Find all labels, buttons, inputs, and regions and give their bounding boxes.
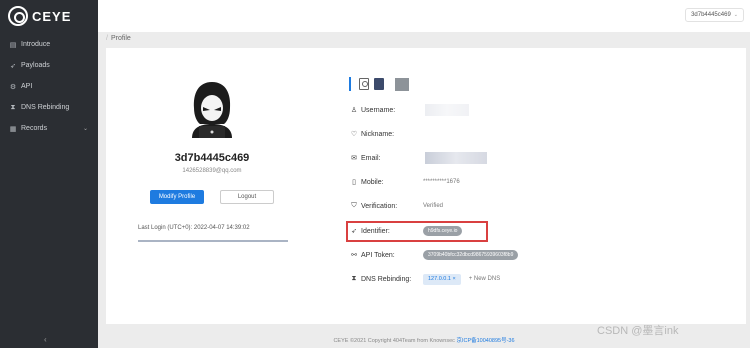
hourglass-icon: ⧗	[351, 275, 357, 282]
footer-icp-link[interactable]: 京ICP备10040895号-36	[456, 338, 514, 344]
dns-rebinding-row: ⧗ DNS Rebinding: 127.0.0.1 × + New DNS	[349, 273, 500, 285]
user-menu[interactable]: 3d7b4445c469 ⌄	[685, 8, 744, 22]
tab-book-icon[interactable]	[374, 78, 384, 90]
sidebar: CEYE ▤ Introduce ➶ Payloads ⚙ API ⧗ DNS …	[0, 0, 98, 348]
breadcrumb: / Profile	[106, 35, 131, 42]
mobile-label: Mobile:	[361, 178, 384, 186]
tab-settings-icon[interactable]	[395, 77, 409, 91]
csdn-watermark: CSDN @墨言ink	[597, 325, 679, 337]
link-icon: ⚯	[351, 252, 357, 259]
nickname-row: ♡ Nickname:	[349, 128, 423, 140]
modify-profile-button[interactable]: Modify Profile	[150, 190, 204, 204]
document-icon: ▤	[9, 41, 17, 49]
dns-tag[interactable]: 127.0.0.1 ×	[423, 273, 461, 285]
logout-button[interactable]: Logout	[220, 190, 274, 204]
sidebar-item-introduce[interactable]: ▤ Introduce	[0, 34, 98, 55]
mobile-value: **********1676	[423, 179, 460, 185]
email-value-redacted	[425, 152, 487, 164]
dns-rebinding-label: DNS Rebinding:	[361, 275, 412, 283]
sidebar-item-api[interactable]: ⚙ API	[0, 76, 98, 97]
user-menu-label: 3d7b4445c469	[691, 12, 731, 18]
user-icon: ♙	[350, 107, 358, 114]
identifier-highlight-box	[346, 221, 488, 242]
username-label: Username:	[361, 106, 396, 114]
nickname-label: Nickname:	[361, 130, 395, 138]
records-icon: ▦	[9, 125, 17, 133]
profile-email: 1426528839@qq.com	[182, 168, 242, 174]
chevron-down-icon: ⌄	[733, 12, 738, 18]
profile-username: 3d7b4445c469	[174, 152, 250, 164]
last-login-text: Last Login (UTC+0): 2022-04-07 14:39:02	[138, 225, 250, 231]
verification-value: Verified	[423, 203, 444, 209]
sidebar-nav: ▤ Introduce ➶ Payloads ⚙ API ⧗ DNS Rebin…	[0, 34, 98, 139]
new-dns-button[interactable]: + New DNS	[469, 276, 501, 282]
profile-card: 3d7b4445c469 1426528839@qq.com Modify Pr…	[106, 48, 746, 324]
hourglass-icon: ⧗	[10, 103, 16, 111]
api-icon: ⚙	[9, 83, 17, 91]
mobile-row: ▯ Mobile: **********1676	[349, 176, 460, 188]
email-row: ✉ Email:	[349, 152, 487, 164]
username-value-redacted	[425, 104, 469, 116]
sidebar-item-label: API	[21, 83, 33, 90]
email-label: Email:	[361, 154, 381, 162]
active-tab-indicator	[349, 77, 351, 91]
sidebar-item-label: Records	[21, 125, 48, 132]
ceye-logo-icon	[8, 6, 28, 26]
app-name: CEYE	[32, 8, 72, 24]
mail-icon: ✉	[351, 155, 357, 162]
tab-id-card-icon[interactable]	[359, 78, 369, 90]
verification-row: ⛉ Verification: Verified	[349, 200, 443, 212]
sidebar-item-records[interactable]: ▦ Records ⌄	[0, 118, 98, 139]
sidebar-item-label: Payloads	[21, 62, 50, 69]
shield-check-icon: ⛉	[351, 202, 357, 209]
profile-tabs	[349, 76, 414, 92]
divider	[138, 240, 288, 242]
dns-tag-value: 127.0.0.1	[428, 275, 451, 282]
collapse-sidebar-icon[interactable]: ‹	[44, 335, 47, 344]
api-token-label: API Token:	[361, 251, 395, 259]
hacker-avatar	[192, 82, 232, 138]
close-icon[interactable]: ×	[452, 276, 455, 282]
heart-icon: ♡	[350, 131, 358, 138]
sidebar-item-payloads[interactable]: ➶ Payloads	[0, 55, 98, 76]
footer-copyright: CEYE ©2021 Copyright 404Team from Knowns…	[333, 338, 455, 344]
sidebar-item-label: DNS Rebinding	[21, 104, 70, 111]
top-bar: 3d7b4445c469 ⌄	[98, 0, 750, 32]
api-token-value[interactable]: 3709b40bfcc32dbcd98675939603f8b9	[423, 250, 519, 260]
logo[interactable]: CEYE	[8, 5, 71, 27]
api-token-row: ⚯ API Token: 3709b40bfcc32dbcd9867593960…	[349, 249, 519, 261]
breadcrumb-separator: /	[106, 35, 108, 42]
rocket-icon: ➶	[10, 62, 16, 70]
sidebar-item-dns-rebinding[interactable]: ⧗ DNS Rebinding	[0, 97, 98, 118]
sidebar-item-label: Introduce	[21, 41, 51, 48]
username-row: ♙ Username:	[349, 104, 469, 116]
verification-label: Verification:	[361, 202, 398, 210]
breadcrumb-profile[interactable]: Profile	[111, 35, 131, 42]
phone-icon: ▯	[352, 179, 356, 186]
chevron-down-icon: ⌄	[82, 126, 88, 132]
